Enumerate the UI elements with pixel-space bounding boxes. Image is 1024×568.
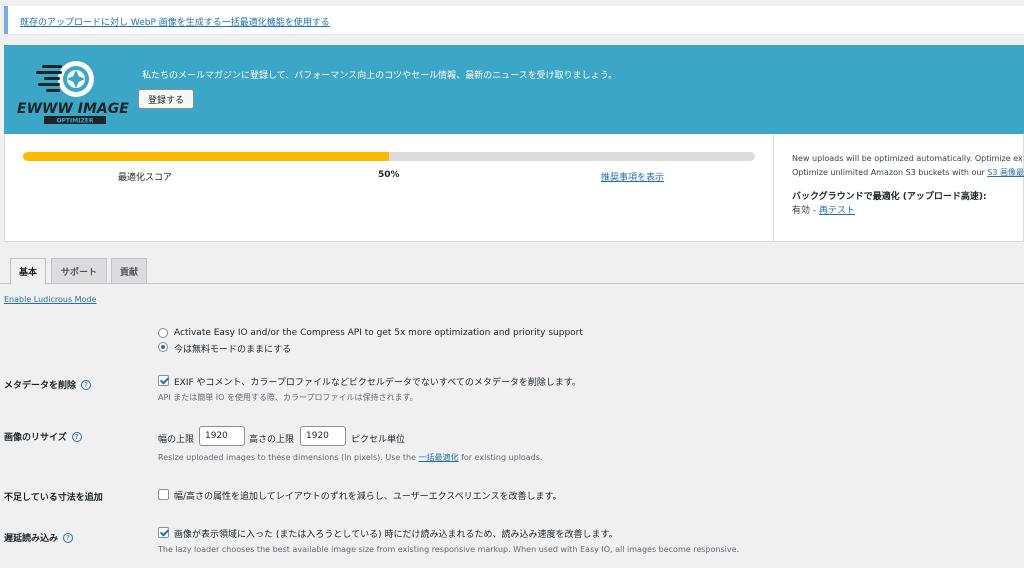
- newsletter-banner: EWWW IMAGE OPTIMIZER 私たちのメールマガジンに登録して、パフ…: [4, 45, 1024, 134]
- help-icon[interactable]: ?: [71, 431, 82, 442]
- score-progress-bar: [23, 152, 755, 161]
- dimensions-row-label: 不足している寸法を追加: [4, 493, 103, 503]
- subscribe-button[interactable]: 登録する: [138, 89, 194, 109]
- lazy-load-checkbox[interactable]: [158, 527, 169, 538]
- panel-divider: [773, 134, 774, 242]
- ewww-logo: EWWW IMAGE OPTIMIZER: [14, 55, 134, 127]
- background-status: 有効 - 再テスト: [792, 206, 855, 216]
- remove-metadata-label: EXIF やコメント、カラープロファイルなどピクセルデータでないすべてのメタデー…: [174, 378, 581, 388]
- score-value: 50%: [378, 170, 400, 180]
- lazy-load-row-label: 遅延読み込み ?: [4, 531, 74, 544]
- resize-desc: Resize uploaded images to these dimensio…: [158, 453, 543, 462]
- settings-tabs: 基本 サポート 貢献: [0, 256, 1024, 285]
- svg-text:EWWW IMAGE: EWWW IMAGE: [17, 101, 129, 117]
- bulk-webp-link[interactable]: 既存のアップロードに対し WebP 画像を生成する一括最適化機能を使用する: [20, 15, 330, 28]
- bulk-optimize-link[interactable]: 一括最適化: [419, 453, 459, 462]
- add-dimensions-label: 幅/高さの属性を追加してレイアウトのずれを減らし、ユーザーエクスペリエンスを改善…: [174, 492, 562, 502]
- max-height-input[interactable]: 1920: [300, 426, 346, 446]
- mode-radio-free[interactable]: [158, 342, 168, 352]
- mode-option-free-label: 今は無料モードのままにする: [174, 345, 292, 355]
- background-optimize-title: バックグラウンドで最適化 (アップロード高速):: [792, 192, 987, 202]
- enable-ludicrous-mode-link[interactable]: Enable Ludicrous Mode: [4, 295, 96, 304]
- remove-metadata-checkbox[interactable]: [158, 375, 169, 386]
- retest-link[interactable]: 再テスト: [819, 206, 855, 216]
- metadata-row-label: メタデータを削除 ?: [4, 378, 92, 391]
- max-width-input[interactable]: 1920: [199, 426, 245, 446]
- view-recommendations-link[interactable]: 推奨事項を表示: [601, 170, 664, 183]
- mode-radio-compress-api[interactable]: [158, 328, 168, 338]
- s3-text: Optimize unlimited Amazon S3 buckets wit…: [792, 168, 1024, 177]
- lazy-load-label: 画像が表示領域に入った (または入ろうとしている) 時にだけ読み込まれるため、読…: [174, 530, 618, 540]
- max-width-label: 幅の上限: [158, 435, 195, 445]
- auto-optimize-text: New uploads will be optimized automatica…: [792, 154, 1023, 163]
- pixels-unit-label: ピクセル単位: [351, 435, 406, 445]
- optimization-score-panel: 最適化スコア 50% 推奨事項を表示 New uploads will be o…: [4, 134, 1024, 242]
- mode-option-compress-api-label: Activate Easy IO and/or the Compress API…: [174, 328, 583, 338]
- help-icon[interactable]: ?: [63, 532, 74, 543]
- score-progress-fill: [23, 152, 389, 161]
- max-height-label: 高さの上限: [249, 435, 295, 445]
- tab-basic[interactable]: 基本: [10, 258, 46, 285]
- s3-link[interactable]: S3 画像最: [987, 168, 1024, 177]
- camera-aperture-icon: [58, 61, 94, 97]
- tab-contribute[interactable]: 貢献: [111, 258, 147, 284]
- webp-notice: 既存のアップロードに対し WebP 画像を生成する一括最適化機能を使用する: [4, 6, 1024, 34]
- tab-support[interactable]: サポート: [51, 258, 107, 284]
- resize-row-label: 画像のリサイズ ?: [4, 430, 82, 443]
- lazy-load-desc: The lazy loader chooses the best availab…: [158, 545, 740, 554]
- help-icon[interactable]: ?: [81, 379, 92, 390]
- remove-metadata-desc: API または簡単 IO を使用する際、カラープロファイルは保持されます。: [158, 393, 418, 402]
- newsletter-message: 私たちのメールマガジンに登録して、パフォーマンス向上のコツやセール情報、最新のニ…: [142, 71, 618, 81]
- svg-text:OPTIMIZER: OPTIMIZER: [56, 118, 93, 125]
- score-label: 最適化スコア: [118, 173, 173, 183]
- add-dimensions-checkbox[interactable]: [158, 489, 169, 500]
